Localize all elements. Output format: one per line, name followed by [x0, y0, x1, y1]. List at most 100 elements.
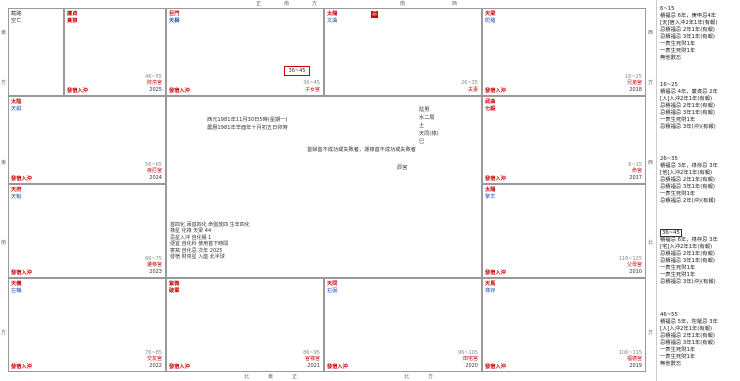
main-star: 太陽: [485, 187, 496, 193]
decade-line: 忌積福忌 2年(沖)(有報): [660, 198, 716, 204]
decade-line: 忌積福忌 3年1年(有報): [660, 34, 715, 40]
edge-top-4: 南: [400, 1, 406, 7]
decade-header: 26~35: [660, 156, 678, 162]
warning-label: 發宿入沖: [11, 364, 32, 370]
palace-cell[interactable]: 紫微 破軍 86~95 官祿宮 2021 發宿入沖: [166, 278, 324, 372]
decade-block[interactable]: 26~35 積福忌 3年，祿存忌 3年 [他]入沖2年1年(有報) 忌積福忌 2…: [660, 156, 738, 205]
minor-star: 天魁: [11, 193, 22, 200]
life-master: 天同(祿): [419, 131, 439, 137]
decade-line: 一表生死財1年: [660, 347, 696, 353]
main-star: 廉貞: [67, 11, 78, 17]
decade-line: 忌積福忌 2年1年(有報): [660, 103, 715, 109]
decade-line: [宅]入沖2年1年(有報): [660, 244, 713, 250]
edge-bottom-4: 北: [404, 374, 410, 380]
warning-label: 發宿入沖: [485, 176, 506, 182]
decade-line: 積福忌 4年，廉貞忌 2年: [660, 89, 718, 95]
edge-right-5: 方: [648, 330, 654, 336]
decade-block[interactable]: 6~15 積福忌 6年，庚申忌4年 [天]宿入沖2年1年(有報) 忌積福忌 2年…: [660, 6, 738, 62]
body-element: 土: [419, 123, 425, 129]
year-label: 2023: [149, 268, 162, 275]
warning-label: 發宿入沖: [485, 364, 506, 370]
edge-right-4: 北: [648, 240, 654, 246]
decade-line: 忌積福忌 3年1年(有報): [660, 340, 715, 346]
decade-line: 積福忌 6年，庚申忌4年: [660, 13, 717, 19]
decade-block[interactable]: 46~55 積福忌 5年，陀羅忌 3年 [入]入沖2年1年(有報) 忌積福忌 2…: [660, 312, 738, 368]
warning-label: 發宿入沖: [485, 270, 506, 276]
palace-cell[interactable]: 截路 空亡: [8, 8, 64, 96]
palace-cell[interactable]: 天同 右弼 96~105 田宅宮 2020 發宿入沖: [324, 278, 482, 372]
year-label: 2019: [629, 362, 642, 369]
palace-name: 子女宮: [304, 86, 320, 93]
warning-label: 發宿入沖: [327, 364, 348, 370]
year-label: 2017: [629, 174, 642, 181]
palace-cell[interactable]: 太陽 文曲 忌 26~35 夫妻: [324, 8, 482, 96]
palace-name: 疾厄宮: [146, 168, 162, 175]
palace-cell[interactable]: 太陰 天鉞 56~65 疾厄宮 2024 發宿入沖: [8, 96, 166, 184]
decade-line: [天]宿入沖2年1年(有報): [660, 20, 718, 26]
year-label: 2025: [149, 86, 162, 93]
main-star: 七殺: [485, 105, 496, 112]
palace-name: 財帛宮: [146, 80, 162, 87]
decade-line: 忌積福忌 3年(沖)(有報): [660, 124, 716, 130]
element-bureau: 水二局: [419, 115, 435, 121]
decade-line: 一表生死財1年: [660, 117, 696, 123]
decade-header: 16~25: [660, 82, 678, 88]
decade-header: 6~15: [660, 6, 675, 12]
edge-top-1: 正: [256, 1, 262, 7]
minor-star: 陀羅: [485, 17, 496, 24]
edge-right-3: 西: [648, 160, 654, 166]
palace-cell[interactable]: 武曲 七殺 6~15 命宮 2017 發宿入沖: [482, 96, 646, 184]
decade-line: 一表生死財1年: [660, 48, 696, 54]
minor-star: 擎羊: [485, 193, 496, 200]
decade-line: 一表生死財1年: [660, 265, 696, 271]
edge-bottom-5: 方: [428, 374, 434, 380]
star-name: 空亡: [11, 17, 22, 24]
year-label: 2022: [149, 362, 162, 369]
decade-block[interactable]: 36~45 積福忌 6年，祿存忌 3年 [宅]入沖2年1年(有報) 忌積福忌 2…: [660, 229, 738, 286]
decade-line: 忌積福忌 2年1年(有報): [660, 333, 715, 339]
year-label: 2020: [465, 362, 478, 369]
selected-decade[interactable]: 36~45: [284, 66, 310, 76]
decade-line: 積福忌 3年，祿存忌 3年: [660, 163, 718, 169]
palace-cell[interactable]: 天梁 陀羅 16~25 兄弟宮 2018 發宿入沖: [482, 8, 646, 96]
main-star: 武曲: [485, 99, 496, 105]
main-star: 太陽: [327, 11, 338, 17]
decade-analysis-panel[interactable]: 6~15 積福忌 6年，庚申忌4年 [天]宿入沖2年1年(有報) 忌積福忌 2年…: [656, 0, 740, 381]
decade-block[interactable]: 16~25 積福忌 4年，廉貞忌 2年 [入]入沖2年1年(有報) 忌積福忌 2…: [660, 82, 738, 131]
edge-right-2: 方: [648, 80, 654, 86]
palace-cell[interactable]: 天府 天魁 66~75 遷移宮 2023 發宿入沖: [8, 184, 166, 278]
decade-line: 積福忌 6年，祿存忌 3年: [660, 237, 718, 243]
palace-cell[interactable]: 廉貞 貪狼 46~55 財帛宮 2025 發宿入沖: [64, 8, 166, 96]
decade-line: 積福忌 5年，陀羅忌 3年: [660, 319, 718, 325]
warning-label: 發宿入沖: [11, 176, 32, 182]
star-name: 截路: [11, 11, 22, 17]
edge-top-3: 方: [312, 1, 318, 7]
edge-left-4: 南: [1, 240, 7, 246]
gender-label: 陰男: [419, 107, 430, 113]
main-star: 太陰: [11, 99, 22, 105]
main-star: 天機: [11, 281, 22, 287]
decade-line: 一表生死財1年: [660, 41, 696, 47]
sihua-badge: 忌: [371, 11, 379, 18]
main-star: 貪狼: [67, 17, 78, 24]
age-range: 26~35: [461, 80, 478, 87]
palace-cell[interactable]: 天機 左輔 76~85 交友宮 2022 發宿入沖: [8, 278, 166, 372]
decade-line: [他]入沖2年1年(有報): [660, 170, 713, 176]
minor-star: 文曲: [327, 17, 338, 24]
edge-bottom-2: 東: [268, 374, 274, 380]
year-label: 2018: [629, 86, 642, 93]
ziwei-chart: 正 南 方 南 西 北 東 正 北 方 東 方 東 南 方 西 方 西 北 方 …: [0, 0, 654, 381]
main-star: 紫微: [169, 281, 180, 287]
palace-cell[interactable]: 太陽 擎羊 116~125 父母宮 2010 發宿入沖: [482, 184, 646, 278]
decade-line: 忌積福忌 2年1年(有報): [660, 251, 715, 257]
decade-line: 忌積福忌 3年(沖)(有報): [660, 279, 716, 285]
year-label: 2021: [307, 362, 320, 369]
decade-line: 一表生死財1年: [660, 191, 696, 197]
palace-name: 夫妻: [467, 86, 478, 93]
decade-line: 一表生死財1年: [660, 354, 696, 360]
warning-label: 發宿入沖: [169, 364, 190, 370]
main-star: 天同: [327, 281, 338, 287]
palace-cell[interactable]: 巨門 天相 36~45 子女宮 發宿入沖: [166, 8, 324, 96]
lunar-date: 農曆1981年辛酉年十月初五日卯時: [207, 125, 288, 131]
palace-cell[interactable]: 天馬 祿存 106~115 福德宮 2019 發宿入沖: [482, 278, 646, 372]
